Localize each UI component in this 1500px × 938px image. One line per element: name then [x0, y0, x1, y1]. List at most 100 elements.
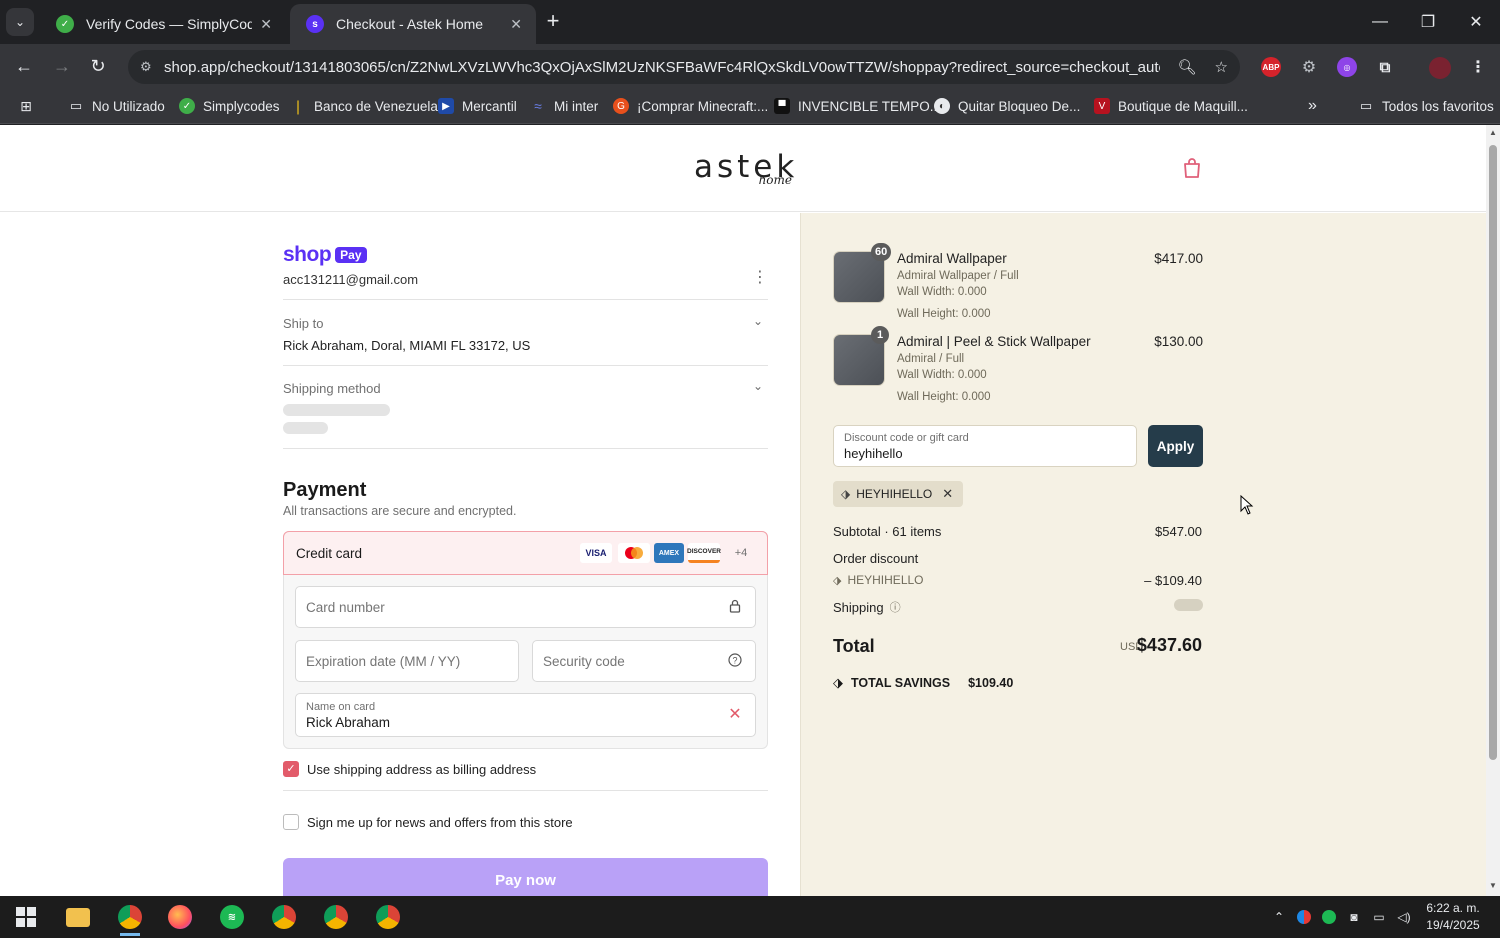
bookmark-mercantil[interactable]: ▶ Mercantil [438, 95, 517, 117]
tray-app-icon[interactable] [1295, 908, 1313, 926]
bookmark-label: Simplycodes [203, 98, 280, 114]
mouse-cursor-icon [1240, 495, 1254, 515]
help-circle-icon[interactable]: ? [727, 653, 743, 669]
info-circle-icon[interactable]: ⓘ [890, 599, 901, 615]
scroll-up-icon[interactable]: ▲ [1489, 129, 1497, 137]
inter-icon: ≈ [534, 98, 542, 114]
new-tab-icon[interactable]: + [540, 8, 566, 34]
tray-discord-icon[interactable]: ◙ [1345, 908, 1363, 926]
zoom-icon[interactable]: 🔍︎ [1178, 58, 1197, 76]
newsletter-label[interactable]: Sign me up for news and offers from this… [307, 815, 573, 830]
clock-time: 6:22 a. m. [1426, 901, 1480, 915]
svg-text:?: ? [732, 656, 737, 666]
bookmark-label: Boutique de Maquill... [1118, 98, 1248, 114]
divider [283, 790, 768, 791]
apps-icon[interactable]: ⊞ [18, 95, 42, 117]
subtotal-value: $547.00 [1155, 524, 1202, 539]
shopping-bag-icon[interactable] [1182, 157, 1202, 179]
close-icon[interactable]: ✕ [260, 16, 272, 33]
tray-chevron-up-icon[interactable]: ⌃ [1270, 908, 1288, 926]
bookmark-label: INVENCIBLE TEMPO... [798, 98, 942, 114]
newsletter-checkbox[interactable] [283, 814, 299, 830]
bookmark-minecraft[interactable]: G ¡Comprar Minecraft:... [613, 95, 768, 117]
volume-icon[interactable]: ◁) [1395, 908, 1413, 926]
product-price: $130.00 [1154, 334, 1203, 349]
bookmark-quitar-bloqueo[interactable]: ◐ Quitar Bloqueo De... [934, 95, 1080, 117]
system-clock[interactable]: 6:22 a. m. 19/4/2025 [1418, 900, 1488, 934]
windows-start-icon[interactable] [8, 902, 44, 932]
all-bookmarks[interactable]: ▭ Todos los favoritos [1358, 95, 1494, 117]
tag-icon: ⬗ [833, 675, 843, 690]
scrollbar-thumb[interactable] [1489, 145, 1497, 760]
simplycodes-icon: ✓ [179, 98, 195, 114]
bookmark-no-utilizado[interactable]: ▭ No Utilizado [68, 95, 165, 117]
spotify-icon[interactable]: ≋ [214, 902, 250, 932]
discount-code-input[interactable]: Discount code or gift card heyhihello [833, 425, 1137, 467]
name-on-card-field[interactable]: Name on card Rick Abraham ✕ [295, 693, 756, 737]
menu-icon[interactable]: ⋮ [1468, 57, 1488, 77]
puzzle-icon[interactable]: ⧉ [1375, 57, 1395, 77]
shipping-method-label: Shipping method [283, 381, 381, 396]
apply-button[interactable]: Apply [1148, 425, 1203, 467]
file-explorer-icon[interactable] [60, 902, 96, 932]
abp-icon[interactable]: ABP [1261, 57, 1281, 77]
clear-x-icon[interactable]: ✕ [727, 707, 743, 723]
bookmarks-bar: ⊞ ▭ No Utilizado ✓ Simplycodes ❘ Banco d… [0, 88, 1500, 124]
astek-logo[interactable]: astek home [694, 151, 794, 191]
shop-word: shop [283, 243, 332, 266]
tab-search-icon[interactable]: ⌄ [6, 8, 34, 36]
bookmark-star-icon[interactable]: ☆ [1215, 58, 1228, 76]
url-text[interactable]: shop.app/checkout/13141803065/cn/Z2NwLXV… [164, 59, 1160, 76]
chevron-down-icon[interactable]: ⌄ [750, 314, 766, 330]
kebab-menu-icon[interactable]: ⋮ [752, 269, 768, 287]
credit-card-option[interactable]: Credit card VISA AMEX DISCOVER +4 [283, 531, 768, 575]
profile-avatar-icon[interactable] [1429, 57, 1451, 79]
expiration-date-field[interactable]: Expiration date (MM / YY) [295, 640, 519, 682]
more-bookmarks-icon[interactable]: » [1308, 95, 1317, 117]
reload-icon[interactable]: ↻ [84, 52, 112, 80]
page-scrollbar[interactable]: ▲ ▼ [1486, 125, 1500, 896]
chrome-icon[interactable] [112, 902, 148, 936]
order-discount-value: – $109.40 [1144, 573, 1202, 588]
close-icon[interactable]: ✕ [510, 16, 522, 33]
chrome-profile-icon[interactable] [318, 902, 354, 932]
order-discount-code: HEYHIHELLO [847, 573, 924, 587]
pay-pill: Pay [335, 247, 367, 263]
extension-purple-icon[interactable]: ◎ [1337, 57, 1357, 77]
minimize-icon[interactable]: — [1356, 0, 1404, 44]
chevron-down-icon[interactable]: ⌄ [750, 379, 766, 395]
tab-checkout[interactable]: s Checkout - Astek Home ✕ [290, 4, 536, 44]
remove-code-icon[interactable]: ✕ [942, 486, 953, 502]
bookmark-banco-venezuela[interactable]: ❘ Banco de Venezuela [290, 95, 438, 117]
tray-spotify-icon[interactable] [1320, 908, 1338, 926]
bookmark-label: Mercantil [462, 98, 517, 114]
network-icon[interactable]: ▭ [1370, 908, 1388, 926]
billing-same-checkbox[interactable]: ✓ [283, 761, 299, 777]
site-info-icon[interactable]: ⚙ [140, 59, 164, 75]
bookmark-simplycodes[interactable]: ✓ Simplycodes [179, 95, 280, 117]
restore-icon[interactable]: ❐ [1404, 0, 1452, 44]
chrome-profile-icon[interactable] [266, 902, 302, 932]
security-code-field[interactable]: Security code ? [532, 640, 756, 682]
line-item: 1 Admiral | Peel & Stick Wallpaper Admir… [833, 324, 1203, 404]
tag-icon: ⬗ [841, 487, 851, 501]
window-close-icon[interactable]: ✕ [1452, 0, 1500, 44]
ship-to-address[interactable]: Rick Abraham, Doral, MIAMI FL 33172, US [283, 338, 530, 353]
forward-icon[interactable]: → [48, 52, 76, 80]
firefox-icon[interactable] [162, 902, 198, 932]
line-item: 60 Admiral Wallpaper Admiral Wallpaper /… [833, 241, 1203, 321]
shipping-loading-skeleton [1174, 599, 1203, 611]
bookmark-invencible[interactable]: ▀ INVENCIBLE TEMPO... [774, 95, 941, 117]
back-icon[interactable]: ← [10, 52, 38, 80]
bookmark-mi-inter[interactable]: ≈ Mi inter [530, 95, 598, 117]
loading-skeleton [283, 422, 328, 434]
tab-simplycodes[interactable]: ✓ Verify Codes — SimplyCodes ✕ [40, 4, 286, 44]
bookmark-boutique[interactable]: V Boutique de Maquill... [1094, 95, 1248, 117]
scroll-down-icon[interactable]: ▼ [1489, 882, 1497, 890]
gear-icon[interactable]: ⚙ [1299, 57, 1319, 77]
address-bar[interactable]: ⚙ shop.app/checkout/13141803065/cn/Z2NwL… [128, 50, 1240, 84]
chrome-profile-icon[interactable] [370, 902, 406, 932]
card-number-field[interactable]: Card number [295, 586, 756, 628]
billing-same-label[interactable]: Use shipping address as billing address [307, 762, 536, 777]
pay-now-button[interactable]: Pay now [283, 858, 768, 896]
